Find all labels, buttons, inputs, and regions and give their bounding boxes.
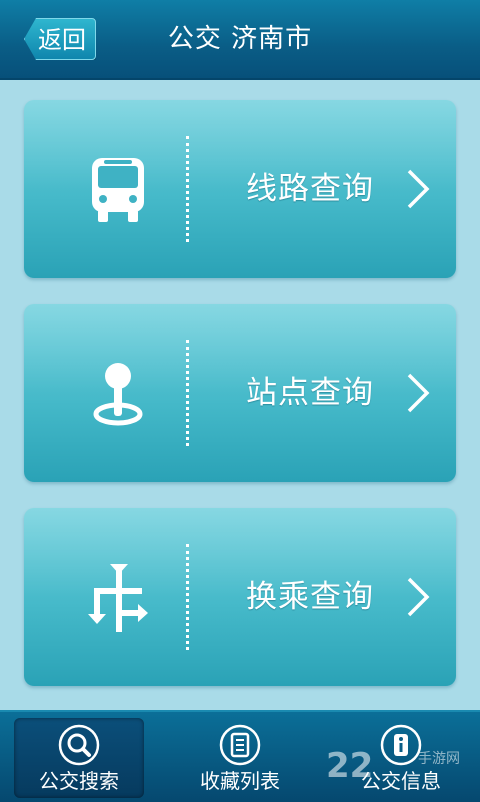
tab-favorites[interactable]: 收藏列表 <box>175 718 305 798</box>
header-bar: 返回 公交 济南市 <box>0 0 480 80</box>
back-button[interactable]: 返回 <box>24 18 96 60</box>
tab-bus-search[interactable]: 公交搜索 <box>14 718 144 798</box>
site-watermark: 22 手游网 <box>326 744 476 794</box>
chevron-right-icon <box>407 169 430 209</box>
chevron-right-icon <box>407 373 430 413</box>
page-title: 公交 济南市 <box>167 24 313 54</box>
transfer-query-card[interactable]: 换乘查询 <box>24 508 456 686</box>
transfer-query-label: 换乘查询 <box>246 579 374 615</box>
bus-icon <box>92 158 144 222</box>
transfer-icon <box>88 564 148 632</box>
favorites-list-icon <box>219 724 261 766</box>
route-query-label: 线路查询 <box>246 171 374 207</box>
tab-favorites-label: 收藏列表 <box>200 769 280 793</box>
route-query-card[interactable]: 线路查询 <box>24 100 456 278</box>
station-query-label: 站点查询 <box>246 375 374 411</box>
card-divider <box>186 544 189 650</box>
station-query-card[interactable]: 站点查询 <box>24 304 456 482</box>
card-divider <box>186 136 189 242</box>
watermark-text: 手游网 <box>418 751 460 767</box>
search-icon <box>58 724 100 766</box>
map-pin-icon <box>93 363 143 426</box>
watermark-number: 22 <box>326 746 374 786</box>
tab-bus-search-label: 公交搜索 <box>39 769 119 793</box>
chevron-right-icon <box>407 577 430 617</box>
card-divider <box>186 340 189 446</box>
